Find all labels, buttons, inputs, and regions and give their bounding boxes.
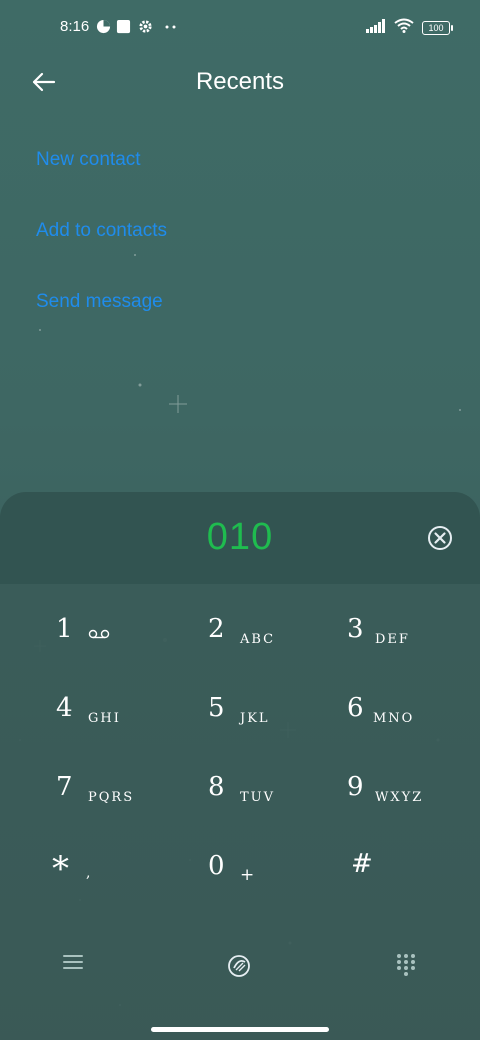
clear-button[interactable]: [427, 525, 453, 551]
menu-button[interactable]: [54, 940, 94, 980]
key-digit: *: [52, 849, 69, 889]
bottom-bar: [0, 930, 480, 990]
battery-icon: 100: [422, 20, 453, 35]
key-digit: 6: [347, 693, 364, 723]
key-2[interactable]: 2 ABC: [208, 592, 358, 662]
key-letters: DEF: [375, 632, 410, 647]
key-1[interactable]: 1: [56, 592, 206, 662]
key-digit: #: [351, 849, 373, 879]
settings-gear-icon: [138, 19, 153, 38]
key-3[interactable]: 3 DEF: [347, 592, 480, 662]
key-9[interactable]: 9 WXYZ: [347, 750, 480, 820]
key-digit: 1: [56, 614, 73, 644]
key-letters: MNO: [373, 711, 415, 726]
key-letters: JKL: [240, 711, 270, 726]
signal-icon: [366, 18, 386, 37]
app-header: Recents: [0, 60, 480, 104]
key-letters: +: [240, 865, 257, 885]
key-star[interactable]: * ,: [52, 829, 202, 899]
key-digit: 8: [208, 772, 225, 802]
key-letters: ABC: [240, 632, 276, 647]
more-notifications-icon: [163, 20, 179, 37]
call-icon: [228, 955, 250, 977]
key-letters: PQRS: [88, 790, 135, 805]
home-indicator[interactable]: [151, 1027, 329, 1032]
new-contact-link[interactable]: New contact: [36, 140, 167, 211]
wifi-icon: [394, 18, 414, 37]
dialpad-toggle-button[interactable]: [386, 940, 426, 980]
dialed-number[interactable]: 010: [0, 516, 480, 559]
action-list: New contact Add to contacts Send message: [36, 140, 167, 353]
key-0[interactable]: 0 +: [208, 829, 358, 899]
status-bar: 8:16 100: [0, 0, 480, 56]
backspace-x-icon: [428, 526, 452, 550]
key-letters: GHI: [88, 711, 121, 726]
key-digit: 4: [56, 693, 73, 723]
call-button[interactable]: [220, 940, 260, 980]
app-notification-icon: [116, 19, 131, 38]
status-time: 8:16: [60, 18, 90, 35]
key-hash[interactable]: #: [351, 829, 480, 899]
key-letters: TUV: [240, 790, 276, 805]
data-saver-icon: [96, 19, 111, 38]
number-display: 010: [0, 492, 480, 584]
dialpad-icon: [397, 954, 415, 976]
key-digit: 2: [208, 614, 225, 644]
key-5[interactable]: 5 JKL: [208, 671, 358, 741]
key-digit: 5: [208, 693, 225, 723]
key-8[interactable]: 8 TUV: [208, 750, 358, 820]
key-digit: 7: [56, 772, 73, 802]
key-7[interactable]: 7 PQRS: [56, 750, 206, 820]
menu-icon: [63, 955, 83, 969]
key-6[interactable]: 6 MNO: [347, 671, 480, 741]
key-digit: 9: [347, 772, 364, 802]
key-digit: 0: [208, 851, 225, 881]
send-message-link[interactable]: Send message: [36, 282, 167, 353]
key-letters: WXYZ: [375, 790, 424, 805]
key-digit: 3: [347, 614, 364, 644]
key-letters: ,: [86, 865, 93, 881]
voicemail-icon: [88, 628, 110, 644]
status-right: 100: [366, 18, 453, 37]
add-to-contacts-link[interactable]: Add to contacts: [36, 211, 167, 282]
key-4[interactable]: 4 GHI: [56, 671, 206, 741]
page-title: Recents: [195, 68, 285, 95]
